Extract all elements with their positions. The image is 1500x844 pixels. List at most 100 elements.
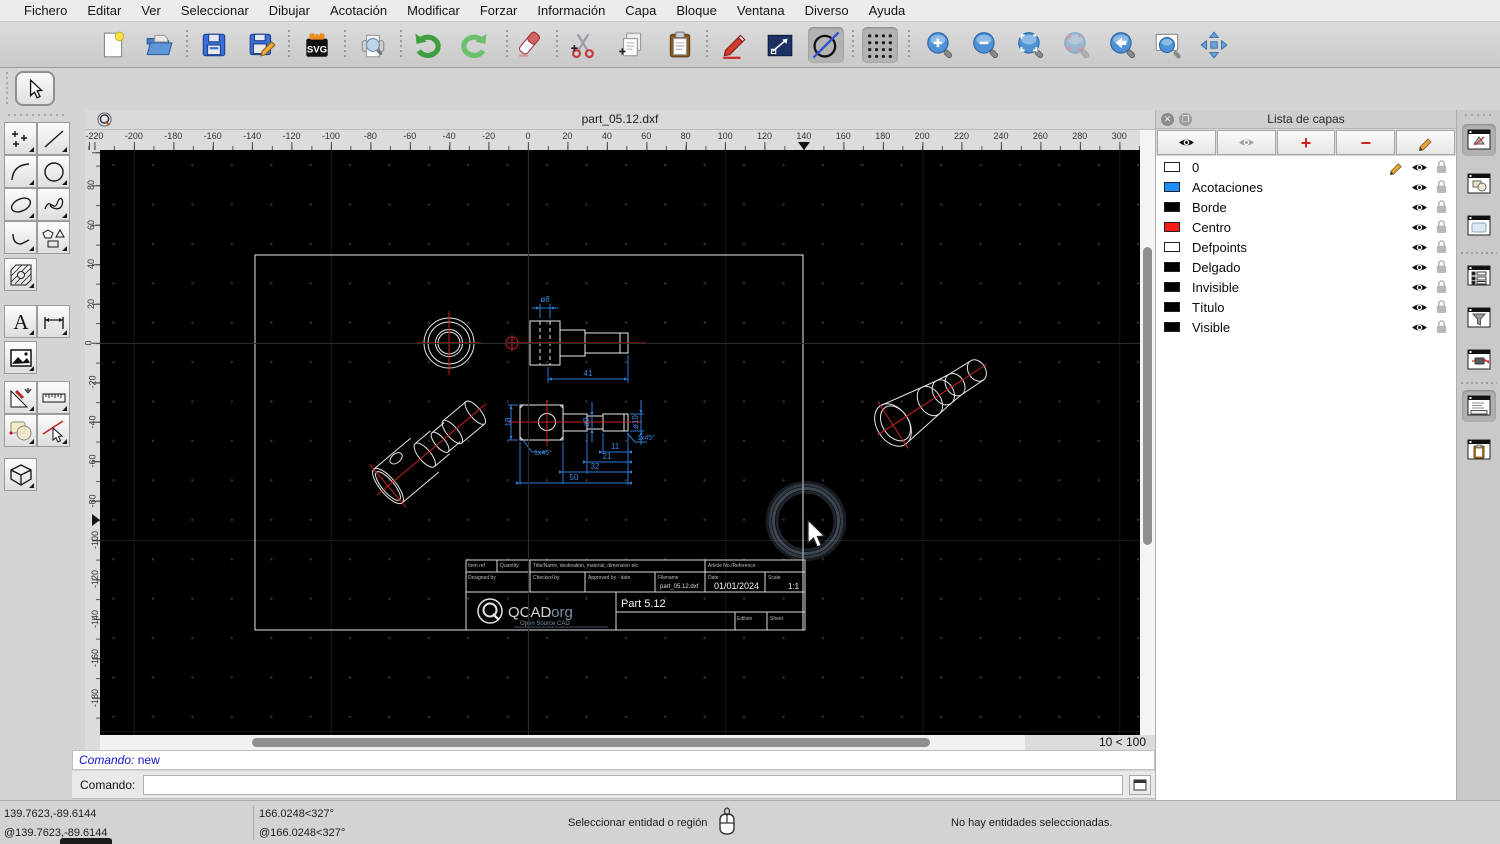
zoom-out-button[interactable]	[967, 27, 1003, 63]
layer-name[interactable]: Centro	[1192, 220, 1411, 235]
save-button[interactable]	[196, 27, 232, 63]
layer-row[interactable]: Invisible	[1156, 277, 1456, 297]
menu-ventana[interactable]: Ventana	[727, 0, 795, 21]
layer-visibility-eye-icon[interactable]	[1411, 201, 1428, 214]
layer-lock-icon[interactable]	[1435, 280, 1448, 294]
layer-color-swatch[interactable]	[1164, 262, 1180, 272]
auto-zoom-button[interactable]	[1012, 27, 1048, 63]
modify-tool-button[interactable]	[4, 414, 37, 447]
layer-color-swatch[interactable]	[1164, 202, 1180, 212]
circle-tool-button[interactable]	[37, 155, 70, 188]
layer-name[interactable]: Visible	[1192, 320, 1411, 335]
layer-lock-icon[interactable]	[1435, 300, 1448, 314]
layer-visibility-eye-icon[interactable]	[1411, 221, 1428, 234]
selection-filter-panel-button[interactable]	[1462, 302, 1496, 334]
draw-edit-button[interactable]	[716, 27, 752, 63]
layer-name[interactable]: Acotaciones	[1192, 180, 1411, 195]
layer-visibility-eye-icon[interactable]	[1411, 301, 1428, 314]
point-tool-button[interactable]	[4, 122, 37, 155]
layer-list-panel-button[interactable]	[1462, 124, 1496, 156]
layer-edit-pencil-icon[interactable]	[1389, 160, 1404, 175]
document-tab-title[interactable]: part_05.12.dxf	[85, 112, 1155, 126]
text-tool-button[interactable]: A	[4, 305, 37, 338]
property-editor-panel-button[interactable]	[1462, 210, 1496, 242]
menu-acotacion[interactable]: Acotación	[320, 0, 397, 21]
arc-tool-button[interactable]	[4, 155, 37, 188]
selection-tool-button[interactable]	[15, 71, 55, 106]
layer-visibility-eye-icon[interactable]	[1411, 281, 1428, 294]
paste-button[interactable]	[662, 27, 698, 63]
add-layer-button[interactable]: +	[1277, 130, 1336, 155]
layer-visibility-eye-icon[interactable]	[1411, 181, 1428, 194]
layer-row[interactable]: Defpoints	[1156, 237, 1456, 257]
print-preview-button[interactable]	[355, 27, 391, 63]
layer-name[interactable]: Delgado	[1192, 260, 1411, 275]
menu-capa[interactable]: Capa	[615, 0, 666, 21]
cut-button[interactable]	[566, 27, 602, 63]
layer-name[interactable]: Borde	[1192, 200, 1411, 215]
spline-tool-button[interactable]	[37, 188, 70, 221]
layer-row[interactable]: 0	[1156, 157, 1456, 177]
line-tool-button[interactable]	[762, 27, 798, 63]
layer-name[interactable]: Título	[1192, 300, 1411, 315]
save-as-button[interactable]	[244, 27, 280, 63]
menu-ayuda[interactable]: Ayuda	[859, 0, 916, 21]
library-browser-panel-button[interactable]	[1462, 260, 1496, 292]
menu-bloque[interactable]: Bloque	[666, 0, 726, 21]
edit-layer-button[interactable]	[1396, 130, 1455, 155]
hide-all-layers-button[interactable]	[1217, 130, 1276, 155]
command-tools-panel-button[interactable]	[1462, 344, 1496, 376]
zoom-in-button[interactable]	[921, 27, 957, 63]
layer-visibility-eye-icon[interactable]	[1411, 161, 1428, 174]
grid-toggle-button[interactable]	[862, 27, 898, 63]
layer-row[interactable]: Borde	[1156, 197, 1456, 217]
layer-name[interactable]: 0	[1192, 160, 1389, 175]
menu-modificar[interactable]: Modificar	[397, 0, 470, 21]
measure-tool-button[interactable]	[37, 381, 70, 414]
shapes-tool-button[interactable]	[37, 221, 70, 254]
horizontal-scrollbar-thumb[interactable]	[252, 738, 930, 747]
image-tool-button[interactable]	[4, 341, 37, 374]
zoom-selection-button[interactable]	[1058, 27, 1094, 63]
vertical-scrollbar-thumb[interactable]	[1143, 247, 1152, 545]
layer-lock-icon[interactable]	[1435, 320, 1448, 334]
horizontal-scrollbar[interactable]	[100, 735, 1140, 750]
layer-color-swatch[interactable]	[1164, 182, 1180, 192]
menu-informacion[interactable]: Información	[527, 0, 615, 21]
layer-lock-icon[interactable]	[1435, 160, 1448, 174]
remove-entity-button[interactable]	[512, 27, 548, 63]
layer-row[interactable]: Acotaciones	[1156, 177, 1456, 197]
polyline-tool-button[interactable]	[4, 221, 37, 254]
layer-row[interactable]: Delgado	[1156, 257, 1456, 277]
open-file-button[interactable]	[141, 27, 177, 63]
layer-color-swatch[interactable]	[1164, 162, 1180, 172]
dimension-tool-button[interactable]	[37, 305, 70, 338]
show-all-layers-button[interactable]	[1157, 130, 1216, 155]
layer-lock-icon[interactable]	[1435, 200, 1448, 214]
layer-color-swatch[interactable]	[1164, 322, 1180, 332]
clipboard-panel-button[interactable]	[1462, 434, 1496, 466]
vertical-scrollbar[interactable]	[1140, 130, 1155, 735]
menu-fichero[interactable]: Fichero	[14, 0, 77, 21]
layer-name[interactable]: Invisible	[1192, 280, 1411, 295]
hatch-tool-button[interactable]	[4, 258, 37, 291]
layer-row[interactable]: Título	[1156, 297, 1456, 317]
undo-button[interactable]	[410, 27, 446, 63]
draft-mode-button[interactable]	[808, 27, 844, 63]
svg-export-button[interactable]: SVG	[299, 27, 335, 63]
redo-button[interactable]	[456, 27, 492, 63]
zoom-window-button[interactable]	[1150, 27, 1186, 63]
layer-row[interactable]: Visible	[1156, 317, 1456, 337]
layer-visibility-eye-icon[interactable]	[1411, 261, 1428, 274]
command-options-button[interactable]	[1129, 775, 1151, 795]
line-tool-palette-button[interactable]	[37, 122, 70, 155]
layer-lock-icon[interactable]	[1435, 240, 1448, 254]
layer-color-swatch[interactable]	[1164, 242, 1180, 252]
palette-handle[interactable]	[8, 114, 64, 116]
layer-name[interactable]: Defpoints	[1192, 240, 1411, 255]
menu-forzar[interactable]: Forzar	[470, 0, 528, 21]
menu-dibujar[interactable]: Dibujar	[259, 0, 320, 21]
snap-tool-button[interactable]	[37, 414, 70, 447]
menu-editar[interactable]: Editar	[77, 0, 131, 21]
layer-lock-icon[interactable]	[1435, 180, 1448, 194]
